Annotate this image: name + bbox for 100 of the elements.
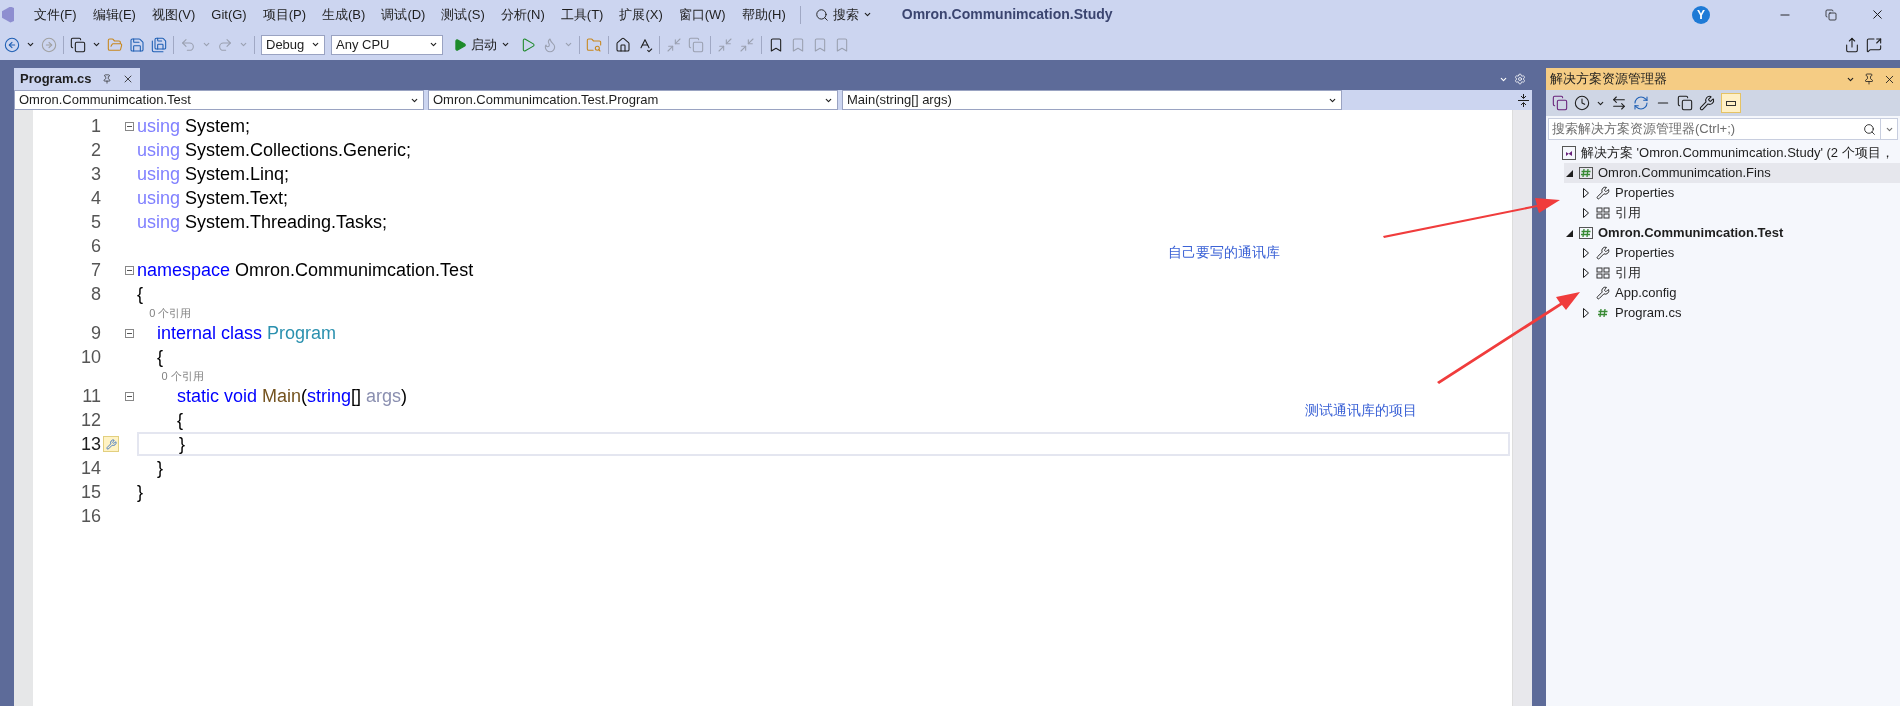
- tree-item[interactable]: App.config: [1581, 283, 1900, 303]
- pin-icon[interactable]: [101, 74, 112, 84]
- tree-item[interactable]: 引用: [1581, 203, 1900, 223]
- search-field[interactable]: 搜索解决方案资源管理器(Ctrl+;): [1548, 118, 1898, 140]
- tree-item[interactable]: Program.cs: [1581, 303, 1900, 323]
- refresh-icon[interactable]: [1633, 95, 1649, 111]
- line-number: 10: [79, 345, 101, 369]
- references-icon: [1596, 207, 1610, 219]
- restore-icon[interactable]: [1825, 8, 1837, 21]
- play-icon: [453, 37, 467, 52]
- menu-item[interactable]: 测试(S): [433, 4, 493, 25]
- codelens-label[interactable]: 0 个引用: [137, 305, 192, 322]
- switch-views-icon[interactable]: [1552, 95, 1568, 111]
- collapsed-arrow-icon[interactable]: [1583, 268, 1589, 278]
- spell-check-icon[interactable]: [637, 36, 653, 53]
- save-all-icon[interactable]: [151, 36, 167, 53]
- caret-icon[interactable]: [429, 40, 438, 49]
- tree-item-label: App.config: [1615, 284, 1677, 303]
- config-file-icon: [1596, 286, 1610, 300]
- code-line: using System.Threading.Tasks;: [137, 210, 388, 234]
- preview-toggle[interactable]: [1721, 93, 1741, 113]
- pin-icon[interactable]: [1863, 73, 1875, 85]
- configuration-dropdown[interactable]: Debug: [261, 34, 325, 55]
- menu-item[interactable]: 项目(P): [254, 4, 315, 25]
- collapsed-arrow-icon[interactable]: [1583, 308, 1589, 318]
- menu-item[interactable]: 视图(V): [143, 4, 204, 25]
- search-button[interactable]: 搜索: [806, 4, 880, 25]
- save-icon[interactable]: [129, 36, 145, 53]
- menu-item[interactable]: 编辑(E): [84, 4, 144, 25]
- tree-item[interactable]: Omron.Communimcation.Fins: [1564, 163, 1900, 183]
- csharp-project-icon: [1579, 167, 1593, 179]
- code-line: }: [156, 456, 163, 480]
- menu-item[interactable]: 工具(T): [552, 4, 612, 25]
- collapsed-arrow-icon[interactable]: [1583, 208, 1589, 218]
- code-line: internal class Program: [156, 321, 337, 345]
- menu-item[interactable]: 文件(F): [26, 4, 85, 25]
- menu-item[interactable]: 生成(B): [314, 4, 374, 25]
- csharp-project-icon: [1579, 227, 1593, 239]
- caret-icon[interactable]: [501, 40, 510, 49]
- caret-icon[interactable]: [26, 40, 35, 49]
- properties-icon[interactable]: [1699, 95, 1715, 111]
- share-icon[interactable]: [1844, 36, 1860, 53]
- back-icon[interactable]: [4, 36, 20, 53]
- tree-item[interactable]: Properties: [1581, 183, 1900, 203]
- code-line: }: [178, 432, 186, 456]
- sync-icon[interactable]: [1611, 95, 1627, 111]
- feedback-icon[interactable]: [1866, 36, 1882, 53]
- collapse-icon[interactable]: [124, 265, 134, 275]
- tree-item[interactable]: Omron.Communimcation.Test: [1564, 223, 1900, 243]
- bookmark-icon[interactable]: [768, 36, 784, 53]
- caret-icon[interactable]: [862, 10, 872, 19]
- menu-item[interactable]: 帮助(H): [733, 4, 794, 25]
- caret-icon[interactable]: [311, 40, 320, 49]
- codelens-label[interactable]: 0 个引用: [137, 368, 204, 385]
- line-number: 6: [90, 234, 101, 258]
- line-number: 5: [90, 210, 101, 234]
- new-project-icon[interactable]: [70, 36, 86, 53]
- collapse-icon[interactable]: [124, 328, 134, 338]
- type-dropdown[interactable]: Omron.Communimcation.Test.Program: [428, 90, 838, 110]
- visual-studio-logo: [2, 6, 14, 23]
- settings-icon[interactable]: [1514, 73, 1526, 85]
- tree-item-label: Properties: [1615, 184, 1675, 203]
- annotation-text: 测试通讯库的项目: [1305, 401, 1417, 420]
- menu-item[interactable]: 调试(D): [373, 4, 434, 25]
- collapsed-arrow-icon[interactable]: [1583, 248, 1589, 258]
- code-line: using System.Text;: [137, 186, 289, 210]
- search-icon: [814, 7, 829, 22]
- project-dropdown[interactable]: Omron.Communimcation.Test: [14, 90, 424, 110]
- show-all-files-icon[interactable]: [1677, 95, 1693, 111]
- split-icon[interactable]: [1517, 93, 1529, 107]
- menu-item[interactable]: Git(G): [203, 4, 255, 25]
- tree-item-label: 引用: [1615, 264, 1641, 283]
- collapse-icon[interactable]: [124, 391, 134, 401]
- code-line: }: [137, 480, 143, 504]
- window-title: Omron.Communimcation.Study: [901, 5, 1113, 24]
- collapse-icon[interactable]: [124, 121, 134, 131]
- account-avatar[interactable]: Y: [1692, 5, 1710, 24]
- document-tab[interactable]: Program.cs: [14, 68, 140, 90]
- code-line: {: [176, 408, 184, 432]
- expanded-arrow-icon[interactable]: [1565, 169, 1573, 177]
- line-number: 14: [79, 456, 101, 480]
- tree-item[interactable]: 引用: [1581, 263, 1900, 283]
- start-without-debugging-icon[interactable]: [520, 36, 536, 53]
- menu-item[interactable]: 窗口(W): [670, 4, 734, 25]
- line-number: 15: [79, 480, 101, 504]
- member-dropdown[interactable]: Main(string[] args): [842, 90, 1342, 110]
- menu-item[interactable]: 扩展(X): [611, 4, 671, 25]
- platform-dropdown[interactable]: Any CPU: [331, 34, 443, 55]
- caret-icon[interactable]: [92, 40, 101, 49]
- pending-changes-icon[interactable]: [1574, 95, 1590, 111]
- tree-item[interactable]: Properties: [1581, 243, 1900, 263]
- collapsed-arrow-icon[interactable]: [1583, 188, 1589, 198]
- expanded-arrow-icon[interactable]: [1565, 229, 1573, 237]
- menu-item[interactable]: 分析(N): [492, 4, 553, 25]
- vertical-scrollbar[interactable]: [1512, 110, 1532, 706]
- start-button[interactable]: 启动: [449, 34, 514, 55]
- line-number: 8: [90, 282, 101, 306]
- csharp-file-icon: [1596, 307, 1610, 319]
- line-number: 16: [79, 504, 101, 528]
- tree-item[interactable]: 解决方案 'Omron.Communimcation.Study' (2 个项目，: [1547, 143, 1900, 163]
